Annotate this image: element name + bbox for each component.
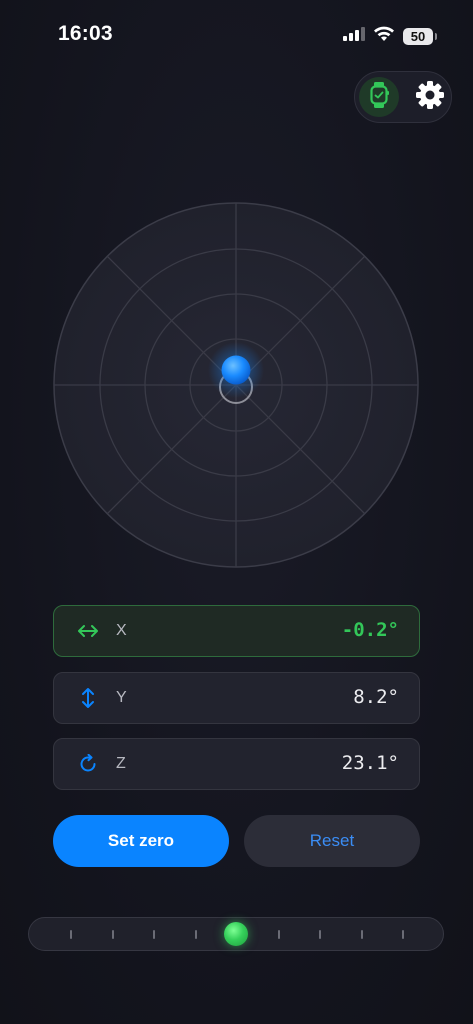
rotate-icon [76, 753, 100, 775]
reset-button[interactable]: Reset [244, 815, 420, 867]
calibration-slider[interactable] [28, 917, 444, 951]
watch-button[interactable] [359, 77, 399, 117]
slider-tick [319, 930, 321, 939]
level-bubble [221, 355, 251, 385]
settings-button[interactable] [413, 80, 447, 114]
slider-tick [194, 930, 197, 939]
set-zero-button[interactable]: Set zero [53, 815, 229, 867]
axis-value: 23.1° [341, 752, 399, 774]
battery-icon: 50 [403, 28, 437, 45]
slider-tick [360, 930, 363, 939]
top-controls [354, 71, 452, 123]
axis-row-y[interactable]: Y 8.2° [53, 672, 420, 724]
horizontal-arrows-icon [76, 620, 100, 642]
cellular-signal-icon [343, 27, 365, 46]
axis-row-x[interactable]: X -0.2° [53, 605, 420, 657]
axis-label: Z [116, 755, 126, 772]
axis-value: 8.2° [353, 686, 399, 708]
wifi-icon [373, 26, 395, 47]
axis-row-z[interactable]: Z 23.1° [53, 738, 420, 790]
slider-tick [277, 930, 280, 939]
slider-tick [111, 930, 114, 939]
gear-icon [415, 80, 445, 115]
apple-watch-icon [369, 81, 389, 113]
slider-knob[interactable] [223, 922, 248, 946]
vertical-arrows-icon [76, 687, 100, 709]
slider-tick [153, 930, 155, 939]
status-bar-icons: 50 [343, 26, 437, 47]
bubble-level [53, 202, 419, 573]
axis-value: -0.2° [341, 619, 399, 641]
axis-label: X [116, 622, 127, 639]
slider-tick [402, 930, 404, 939]
level-screen: 16:03 50 X -0.2° Y 8.2° Z 23.1° Set zero… [0, 0, 473, 1024]
slider-tick [70, 930, 72, 939]
axis-label: Y [116, 689, 127, 706]
battery-level: 50 [410, 29, 426, 44]
status-time: 16:03 [58, 22, 113, 45]
